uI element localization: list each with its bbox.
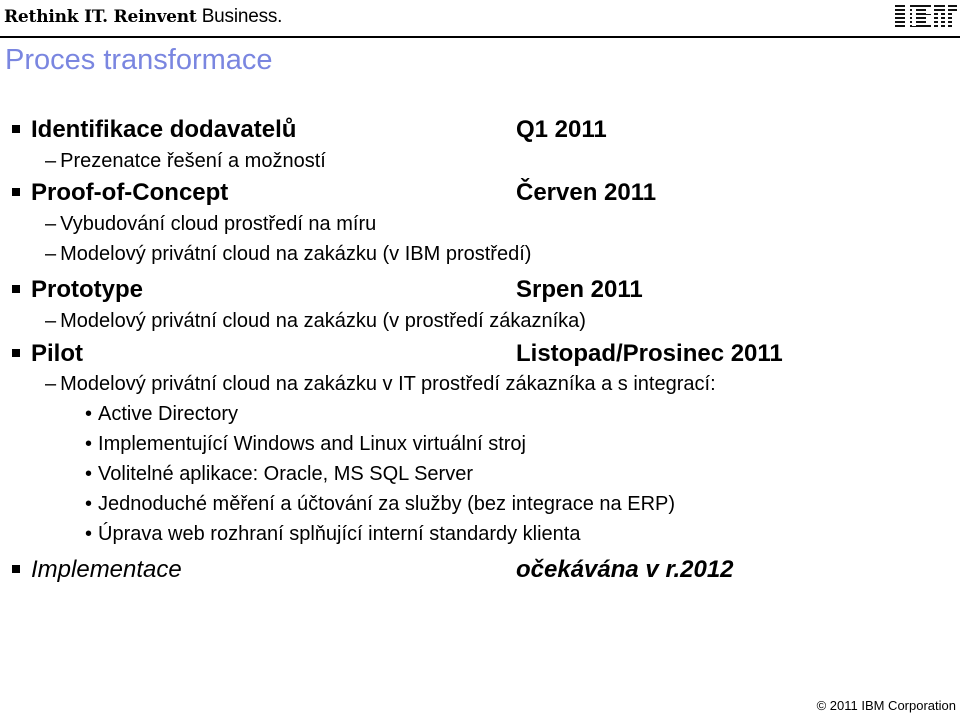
page-title: Proces transformace — [5, 44, 273, 76]
phase-label: Proof-of-Concept — [31, 179, 229, 206]
sub-item-text: Vybudování cloud prostředí na míru — [60, 213, 377, 235]
phase-date: očekávána v r.2012 — [516, 556, 734, 583]
detail-item: • Volitelné aplikace: Oracle, MS SQL Serv… — [85, 463, 473, 485]
sub-item-text: Modelový privátní cloud na zakázku (v pr… — [60, 310, 586, 332]
tagline-bold: Rethink IT. Reinvent — [4, 7, 197, 27]
phase-item: Prototype — [12, 276, 143, 304]
phase-date: Červen 2011 — [516, 179, 657, 206]
tagline-regular: Business. — [201, 6, 283, 27]
sub-item: – Modelový privátní cloud na zakázku (v I… — [45, 243, 532, 265]
detail-text: Volitelné aplikace: Oracle, MS SQL Serve… — [98, 463, 473, 485]
sub-item: – Modelový privátní cloud na zakázku v IT… — [45, 373, 716, 395]
detail-item: • Úprava web rozhraní splňující interní s… — [85, 523, 581, 545]
ibm-logo-icon — [893, 4, 957, 30]
square-bullet-icon — [12, 564, 20, 573]
detail-text: Implementující Windows and Linux virtuál… — [98, 433, 526, 455]
sub-item: – Prezenatce řešení a možností — [45, 150, 326, 172]
sub-item: – Vybudování cloud prostředí na míru — [45, 213, 377, 235]
header-divider — [0, 36, 960, 38]
phase-label: Prototype — [31, 276, 144, 303]
sub-item-text: Prezenatce řešení a možností — [60, 150, 326, 172]
square-bullet-icon — [12, 187, 20, 196]
square-bullet-icon — [12, 124, 20, 133]
sub-item: – Modelový privátní cloud na zakázku (v p… — [45, 310, 586, 332]
phase-label: Identifikace dodavatelů — [31, 116, 297, 143]
detail-text: Jednoduché měření a účtování za služby (… — [98, 493, 676, 515]
phase-item: Identifikace dodavatelů — [12, 116, 296, 144]
phase-label: Pilot — [31, 340, 83, 367]
detail-item: • Active Directory — [85, 403, 239, 425]
phase-date: Q1 2011 — [516, 116, 607, 143]
square-bullet-icon — [12, 348, 20, 357]
phase-date: Listopad/Prosinec 2011 — [516, 340, 783, 367]
detail-text: Úprava web rozhraní splňující interní st… — [98, 523, 581, 545]
detail-text: Active Directory — [98, 403, 239, 425]
square-bullet-icon — [12, 284, 20, 293]
detail-item: • Implementující Windows and Linux virtuá… — [85, 433, 526, 455]
phase-item: Implementace — [12, 556, 182, 584]
phase-date: Srpen 2011 — [516, 276, 643, 303]
phase-item: Pilot — [12, 340, 83, 368]
detail-item: • Jednoduché měření a účtování za služby … — [85, 493, 676, 515]
sub-item-text: Modelový privátní cloud na zakázku (v IB… — [60, 243, 532, 265]
phase-item: Proof-of-Concept — [12, 179, 228, 207]
sub-item-text: Modelový privátní cloud na zakázku v IT … — [60, 373, 716, 395]
tagline: Rethink IT. Reinvent Business. — [4, 6, 282, 28]
phase-label: Implementace — [31, 556, 182, 583]
copyright: © 2011 IBM Corporation — [816, 698, 956, 713]
